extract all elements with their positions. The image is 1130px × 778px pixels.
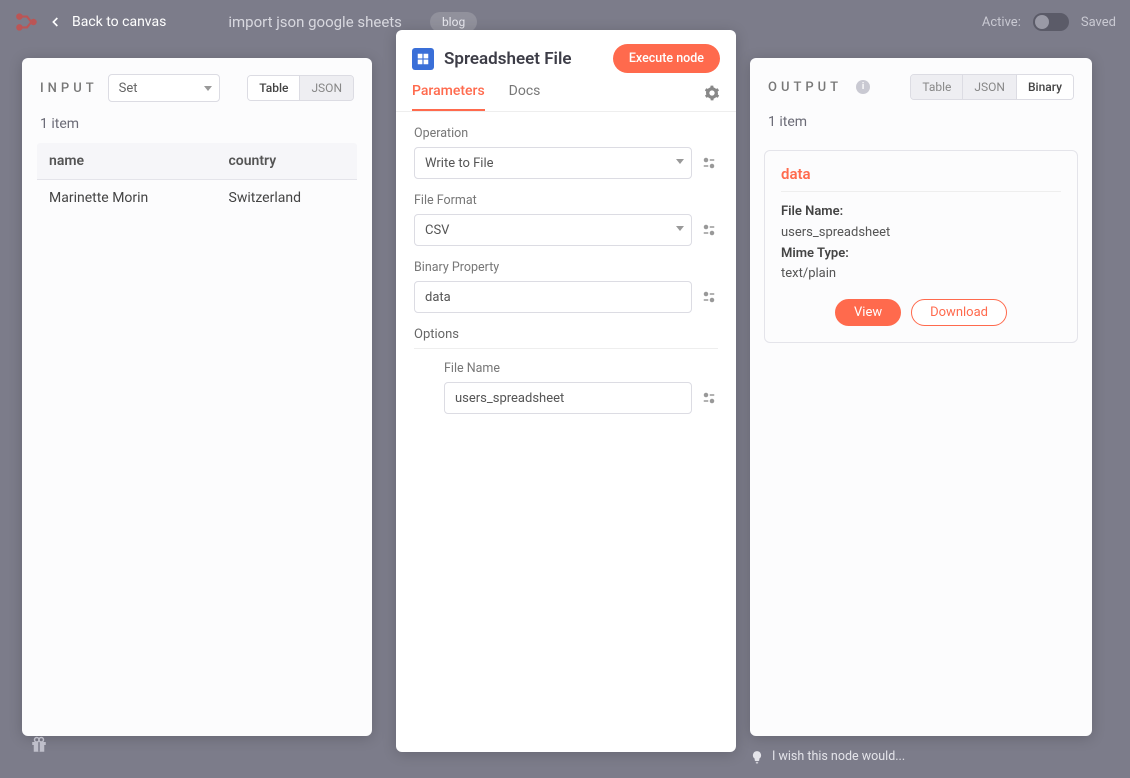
input-view-json[interactable]: JSON: [300, 76, 353, 100]
active-toggle[interactable]: [1033, 13, 1069, 31]
active-label: Active:: [982, 15, 1021, 30]
tab-docs[interactable]: Docs: [509, 83, 541, 111]
binary-property-label: Binary Property: [414, 260, 718, 275]
mime-type-meta-value: text/plain: [781, 264, 1061, 285]
app-logo-icon: [14, 9, 40, 35]
workflow-tag[interactable]: blog: [430, 12, 477, 32]
file-name-meta-label: File Name:: [781, 204, 843, 219]
file-format-label: File Format: [414, 193, 718, 208]
table-row[interactable]: Marinette Morin Switzerland: [37, 180, 358, 217]
output-view-json[interactable]: JSON: [963, 75, 1016, 99]
binary-data-title: data: [781, 165, 1061, 192]
output-view-binary[interactable]: Binary: [1017, 75, 1073, 99]
input-view-toggle: Table JSON: [247, 75, 354, 101]
execute-node-button[interactable]: Execute node: [613, 44, 720, 73]
file-name-input[interactable]: [444, 382, 692, 414]
saved-label: Saved: [1081, 15, 1116, 30]
output-item-count: 1 item: [750, 110, 1092, 140]
mime-type-meta-label: Mime Type:: [781, 246, 849, 261]
options-section-label: Options: [414, 327, 718, 349]
cell-name: Marinette Morin: [37, 180, 217, 217]
input-table: name country Marinette Morin Switzerland: [36, 142, 358, 217]
input-panel: INPUT Set Table JSON 1 item name country…: [22, 58, 372, 736]
file-name-meta-value: users_spreadsheet: [781, 223, 1061, 244]
operation-select[interactable]: Write to File: [414, 147, 692, 179]
feedback-bar[interactable]: I wish this node would...: [750, 749, 905, 764]
cell-country: Switzerland: [217, 180, 358, 217]
arrow-left-icon: [48, 14, 64, 30]
gift-icon[interactable]: [30, 736, 48, 754]
file-name-options-icon[interactable]: [700, 389, 718, 407]
file-format-options-icon[interactable]: [700, 221, 718, 239]
back-label: Back to canvas: [72, 14, 166, 30]
info-icon[interactable]: i: [856, 80, 870, 94]
input-col-country: country: [217, 143, 358, 180]
input-item-count: 1 item: [22, 112, 372, 142]
input-col-name: name: [37, 143, 217, 180]
node-title: Spreadsheet File: [444, 49, 572, 69]
input-title: INPUT: [40, 81, 98, 96]
node-panel: Spreadsheet File Execute node Parameters…: [396, 30, 736, 752]
binary-card: data File Name: users_spreadsheet Mime T…: [764, 150, 1078, 343]
file-name-label: File Name: [444, 361, 718, 376]
input-view-table[interactable]: Table: [248, 76, 299, 100]
output-view-toggle: Table JSON Binary: [910, 74, 1074, 100]
output-panel: OUTPUT i Table JSON Binary 1 item data F…: [750, 58, 1092, 736]
tab-parameters[interactable]: Parameters: [412, 83, 485, 111]
node-settings-icon[interactable]: [704, 85, 720, 101]
download-button[interactable]: Download: [911, 299, 1007, 326]
operation-options-icon[interactable]: [700, 154, 718, 172]
input-source-select[interactable]: Set: [108, 74, 220, 102]
output-title: OUTPUT: [768, 80, 842, 95]
file-format-select[interactable]: CSV: [414, 214, 692, 246]
operation-label: Operation: [414, 126, 718, 141]
feedback-text: I wish this node would...: [772, 749, 905, 764]
lightbulb-icon: [750, 750, 764, 764]
spreadsheet-icon: [412, 48, 434, 70]
workflow-name[interactable]: import json google sheets: [228, 13, 402, 31]
binary-property-input[interactable]: [414, 281, 692, 313]
view-button[interactable]: View: [835, 299, 901, 326]
binary-property-options-icon[interactable]: [700, 288, 718, 306]
output-view-table[interactable]: Table: [911, 75, 962, 99]
back-to-canvas-link[interactable]: Back to canvas: [48, 14, 166, 30]
